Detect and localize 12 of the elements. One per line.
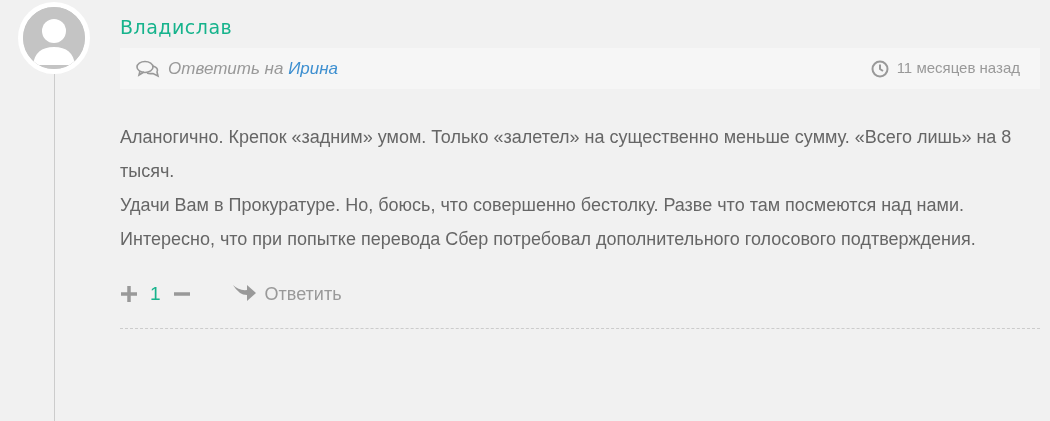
timestamp: 11 месяцев назад (896, 58, 1020, 79)
author-name: Владислав (120, 15, 234, 40)
reply-target-link[interactable]: Ирина (288, 58, 338, 78)
chat-icon (136, 59, 160, 78)
vote-count: 1 (150, 281, 161, 306)
comment-paragraph: Удачи Вам в Прокуратуре. Но, боюсь, что совершенно бестолку. Разве что там посмеются над нами. (120, 194, 965, 217)
clock-icon (870, 59, 889, 78)
comment-paragraph: Аланогично. Крепок «задним» умом. Только «залетел» на существенно меньше сумму. «Всего лишь» на 8 тысяч. (120, 126, 1013, 183)
comment-paragraph: Интересно, что при попытке перевода Сбер потребовал дополнительного голосового подтверждения. (120, 228, 977, 251)
reply-to-text: Ответить на Ирина (168, 57, 338, 80)
plus-icon[interactable] (120, 285, 138, 303)
reply-button[interactable]: Ответить (264, 280, 342, 308)
